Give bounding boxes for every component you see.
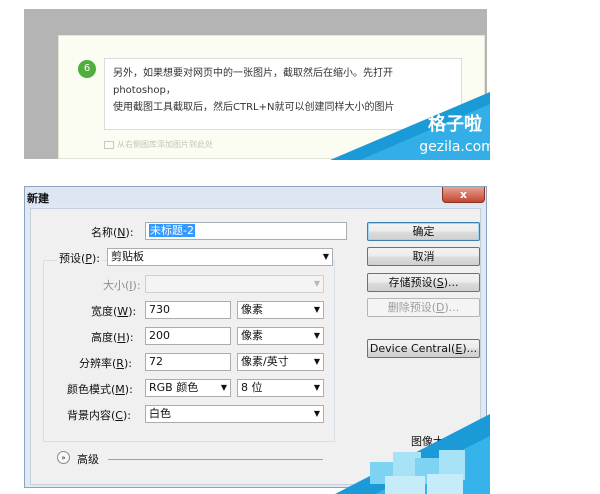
chevron-down-icon: ▼	[313, 357, 320, 366]
tip-footer: 从右侧图库添加图片到此处	[104, 139, 213, 150]
device-central-button[interactable]: Device Central(E)...	[367, 339, 480, 358]
chevron-down-icon: ▼	[322, 252, 329, 261]
chevron-down-icon: ▼	[313, 331, 320, 340]
resolution-input[interactable]: 72	[145, 353, 231, 371]
delete-preset-button[interactable]: 删除预设(D)...	[367, 298, 480, 317]
advanced-label[interactable]: 高级	[77, 451, 99, 467]
chevron-down-icon: ▼	[313, 409, 320, 418]
close-button[interactable]: x	[442, 187, 485, 203]
chevron-down-icon: ▼	[313, 305, 320, 314]
chevron-down-icon: ▼	[220, 383, 227, 392]
background-contents-label: 背景内容(C):	[67, 409, 131, 422]
ok-button[interactable]: 确定	[367, 222, 480, 241]
dialog-title-bar[interactable]: 新建 x	[25, 187, 486, 206]
chevron-down-icon: ▼	[313, 383, 320, 392]
watermark-logo: 格子啦 gezila.com	[330, 92, 490, 160]
name-label: 名称(N):	[91, 226, 134, 239]
step-badge: 6	[78, 60, 96, 78]
resolution-unit-select[interactable]: 像素/英寸 ▼	[237, 353, 324, 371]
name-input[interactable]: 未标题-2	[145, 222, 347, 240]
width-input[interactable]: 730	[145, 301, 231, 319]
image-icon	[104, 140, 114, 149]
watermark-text: 格子啦	[428, 113, 482, 135]
size-select[interactable]: ▼	[145, 275, 324, 293]
advanced-toggle-icon[interactable]: »	[57, 451, 70, 464]
height-label: 高度(H):	[91, 331, 134, 344]
color-mode-label: 颜色模式(M):	[67, 383, 133, 396]
color-mode-select[interactable]: RGB 颜色 ▼	[145, 379, 231, 397]
width-label: 宽度(W):	[91, 305, 137, 318]
chevron-down-icon: ▼	[313, 279, 320, 288]
background-contents-select[interactable]: 白色 ▼	[145, 405, 324, 423]
dialog-title: 新建	[27, 192, 49, 205]
watermark-corner	[335, 414, 490, 494]
width-unit-select[interactable]: 像素 ▼	[237, 301, 324, 319]
bit-depth-select[interactable]: 8 位 ▼	[237, 379, 324, 397]
advanced-divider	[108, 459, 323, 460]
resolution-label: 分辨率(R):	[79, 357, 132, 370]
save-preset-button[interactable]: 存储预设(S)...	[367, 273, 480, 292]
height-unit-select[interactable]: 像素 ▼	[237, 327, 324, 345]
height-input[interactable]: 200	[145, 327, 231, 345]
preset-select[interactable]: 剪贴板 ▼	[107, 248, 333, 266]
tip-footer-text: 从右侧图库添加图片到此处	[117, 140, 213, 149]
preset-label: 预设(P):	[57, 250, 102, 266]
watermark-domain: gezila.com	[419, 139, 490, 155]
cancel-button[interactable]: 取消	[367, 247, 480, 266]
size-label: 大小(I):	[103, 279, 141, 292]
